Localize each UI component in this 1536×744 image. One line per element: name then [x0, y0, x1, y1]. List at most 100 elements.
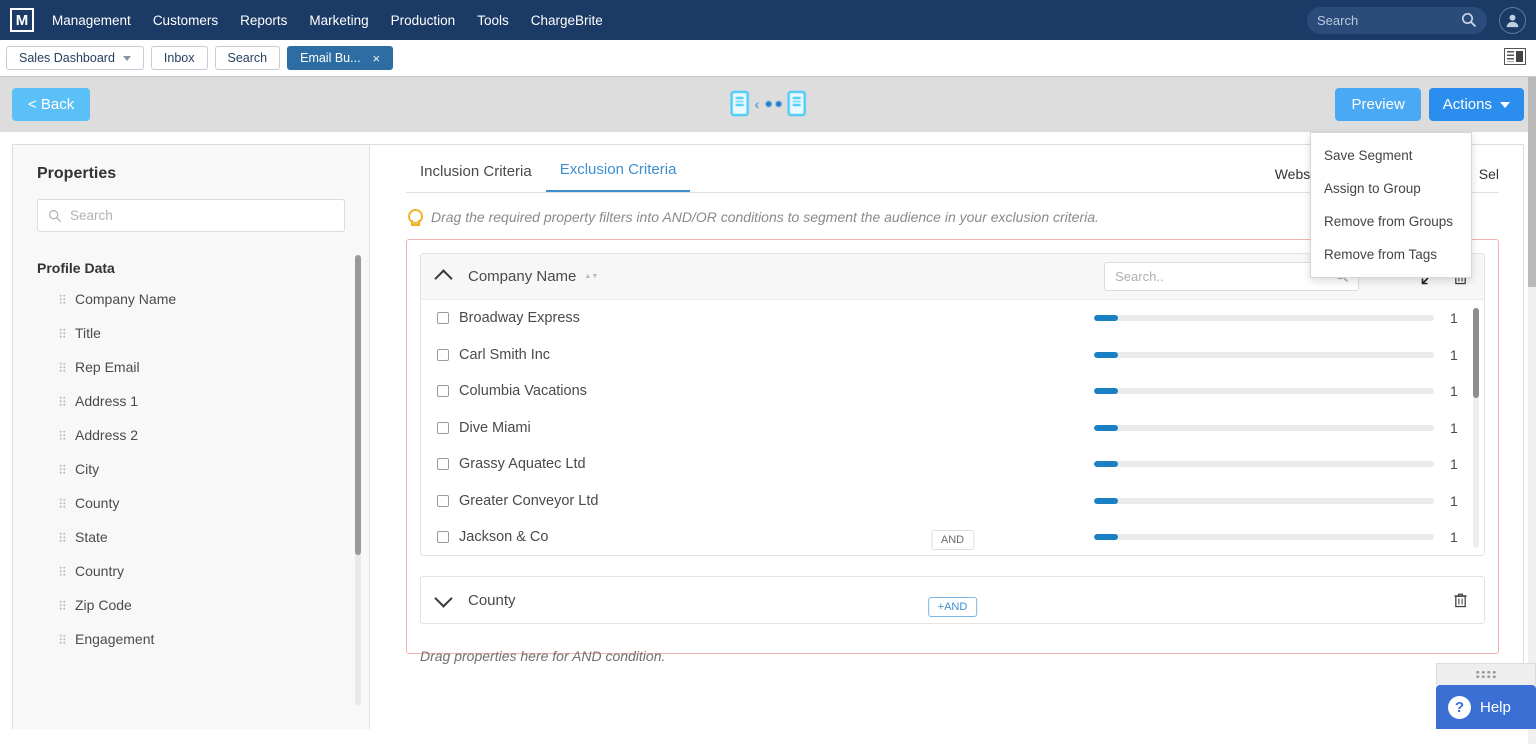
property-item-state[interactable]: State — [37, 520, 345, 554]
value-checkbox[interactable] — [437, 348, 449, 361]
add-and-condition-badge[interactable]: +AND — [927, 597, 978, 617]
drag-grip-icon — [1475, 670, 1497, 679]
sidebar-scrollbar-thumb[interactable] — [355, 255, 361, 555]
values-scrollbar-thumb[interactable] — [1473, 308, 1479, 398]
nav-link-production[interactable]: Production — [391, 13, 456, 28]
property-item-title[interactable]: Title — [37, 316, 345, 350]
value-checkbox[interactable] — [437, 531, 449, 544]
tab-sales-dashboard[interactable]: Sales Dashboard — [6, 46, 144, 70]
nav-link-marketing[interactable]: Marketing — [309, 13, 368, 28]
filter-value-row[interactable]: Broadway Express 1 — [421, 300, 1484, 337]
question-mark-icon: ? — [1448, 695, 1471, 719]
close-icon[interactable]: × — [373, 51, 381, 66]
tab-search[interactable]: Search — [214, 46, 281, 70]
nav-link-management[interactable]: Management — [52, 13, 131, 28]
tab-label: Email Bu... — [300, 51, 361, 65]
help-widget-drag-handle[interactable] — [1436, 663, 1536, 685]
trash-icon[interactable] — [1453, 592, 1468, 608]
property-label: Address 1 — [75, 393, 139, 409]
value-count: 1 — [1450, 346, 1458, 363]
filter-value-row[interactable]: Carl Smith Inc 1 — [421, 337, 1484, 374]
property-item-rep-email[interactable]: Rep Email — [37, 350, 345, 384]
property-item-city[interactable]: City — [37, 452, 345, 486]
property-item-address-2[interactable]: Address 2 — [37, 418, 345, 452]
browser-tab-strip: Sales Dashboard Inbox Search Email Bu...… — [0, 40, 1536, 77]
user-avatar-icon — [1506, 14, 1519, 27]
value-label: Broadway Express — [459, 310, 580, 327]
filter-value-row[interactable]: Grassy Aquatec Ltd 1 — [421, 446, 1484, 483]
user-avatar[interactable] — [1499, 6, 1526, 34]
value-label: Jackson & Co — [459, 529, 549, 546]
value-checkbox[interactable] — [437, 312, 449, 325]
page-action-bar: < Back ‹ Preview Actions Save Segment As… — [0, 77, 1536, 278]
value-checkbox[interactable] — [437, 494, 449, 507]
property-item-country[interactable]: Country — [37, 554, 345, 588]
tab-inclusion-criteria[interactable]: Inclusion Criteria — [406, 163, 546, 192]
global-search-input[interactable]: Search — [1307, 6, 1487, 34]
property-item-county[interactable]: County — [37, 486, 345, 520]
chevron-up-icon[interactable] — [434, 269, 453, 288]
drag-grip-icon — [59, 327, 66, 339]
nav-link-customers[interactable]: Customers — [153, 13, 218, 28]
property-list: Company Name Title Rep Email Address 1 A… — [37, 282, 345, 656]
nav-link-reports[interactable]: Reports — [240, 13, 287, 28]
chevron-down-icon[interactable] — [434, 588, 453, 608]
drag-grip-icon — [59, 497, 66, 509]
menu-item-assign-to-group[interactable]: Assign to Group — [1311, 172, 1471, 205]
actions-button-label: Actions — [1442, 96, 1492, 113]
work-area: Properties Search Profile Data Company N… — [0, 132, 1536, 729]
tab-exclusion-criteria[interactable]: Exclusion Criteria — [545, 161, 691, 192]
help-button[interactable]: ? Help — [1436, 685, 1536, 729]
filter-value-row[interactable]: Dive Miami 1 — [421, 410, 1484, 447]
property-item-engagement[interactable]: Engagement — [37, 622, 345, 656]
search-icon — [1462, 12, 1477, 27]
search-icon — [48, 209, 62, 222]
value-progress-bar — [1094, 534, 1434, 541]
property-label: County — [75, 495, 120, 511]
window-layout-icon — [1504, 48, 1526, 65]
page-scrollbar-thumb[interactable] — [1528, 77, 1536, 287]
app-logo[interactable]: M — [10, 8, 34, 32]
sidebar-scrollbar[interactable] — [355, 255, 361, 705]
property-item-zip-code[interactable]: Zip Code — [37, 588, 345, 622]
actions-dropdown-button[interactable]: Actions — [1428, 88, 1524, 121]
filter-values-search-placeholder: Search.. — [1115, 269, 1164, 284]
value-count: 1 — [1450, 492, 1458, 509]
tab-inbox[interactable]: Inbox — [150, 46, 208, 70]
value-checkbox[interactable] — [437, 458, 449, 471]
sort-updown-icon[interactable]: ▲▼ — [584, 273, 598, 280]
value-count: 1 — [1450, 383, 1458, 400]
page-scrollbar[interactable] — [1528, 77, 1536, 744]
property-label: Title — [75, 325, 101, 341]
value-checkbox[interactable] — [437, 421, 449, 434]
property-label: Rep Email — [75, 359, 140, 375]
window-layout-button[interactable] — [1504, 48, 1526, 65]
values-scrollbar[interactable] — [1473, 308, 1479, 548]
value-progress-bar — [1094, 315, 1434, 322]
value-checkbox[interactable] — [437, 385, 449, 398]
property-item-company-name[interactable]: Company Name — [37, 282, 345, 316]
tab-email-builder[interactable]: Email Bu... × — [287, 46, 394, 70]
properties-sidebar: Properties Search Profile Data Company N… — [13, 145, 370, 729]
nav-link-chargebrite[interactable]: ChargeBrite — [531, 13, 603, 28]
properties-search-input[interactable]: Search — [37, 199, 345, 232]
menu-item-remove-from-groups[interactable]: Remove from Groups — [1311, 205, 1471, 238]
and-connector-badge: AND — [930, 530, 975, 550]
filter-value-row[interactable]: Greater Conveyor Ltd 1 — [421, 483, 1484, 520]
action-bar-right-group: Preview Actions — [1335, 88, 1524, 121]
menu-item-remove-from-tags[interactable]: Remove from Tags — [1311, 238, 1471, 271]
property-item-address-1[interactable]: Address 1 — [37, 384, 345, 418]
drag-grip-icon — [59, 395, 66, 407]
preview-button[interactable]: Preview — [1335, 88, 1421, 121]
drag-grip-icon — [59, 599, 66, 611]
value-count: 1 — [1450, 310, 1458, 327]
exclusion-criteria-dropzone[interactable]: Company Name ▲▼ Search.. ▲▼ — [406, 239, 1499, 664]
sidebar-title: Properties — [37, 165, 117, 182]
drag-grip-icon — [59, 293, 66, 305]
nav-link-tools[interactable]: Tools — [477, 13, 509, 28]
global-search-placeholder: Search — [1317, 12, 1359, 28]
filter-card-title: Company Name — [468, 268, 577, 285]
back-button[interactable]: < Back — [12, 88, 91, 121]
menu-item-save-segment[interactable]: Save Segment — [1311, 139, 1471, 172]
filter-value-row[interactable]: Columbia Vacations 1 — [421, 373, 1484, 410]
